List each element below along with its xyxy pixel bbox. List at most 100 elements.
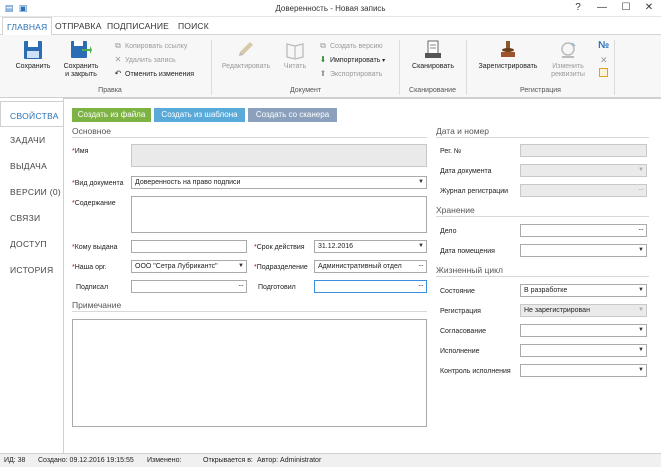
reg-no-label: Рег. №: [440, 148, 462, 155]
register-button[interactable]: Зарегистрировать: [474, 40, 542, 71]
chevron-down-icon: ▼: [638, 307, 644, 313]
section-divider: [436, 216, 649, 217]
chevron-down-icon: ▼: [638, 347, 644, 353]
department-label: *Подразделение: [254, 264, 308, 271]
import-button[interactable]: ⬇ Импортировать ▾: [318, 55, 385, 65]
change-requisites-button[interactable]: Изменить реквизиты: [547, 40, 589, 79]
tab-signing[interactable]: ПОДПИСАНИЕ: [107, 21, 169, 31]
help-button[interactable]: ?: [566, 0, 590, 16]
minimize-button[interactable]: —: [590, 0, 614, 16]
case-label: Дело: [440, 228, 457, 235]
tab-search[interactable]: ПОИСК: [178, 21, 209, 31]
nav-links[interactable]: СВЯЗИ: [10, 213, 40, 223]
doc-date-field[interactable]: ▼: [520, 164, 647, 177]
signed-label: Подписал: [76, 284, 109, 291]
our-org-select[interactable]: ООО "Сетра Лубрикантс" ▼: [131, 260, 247, 273]
nav-properties[interactable]: СВОЙСТВА: [0, 101, 64, 127]
delete-record-button[interactable]: ✕ Удалить запись: [113, 55, 176, 65]
nav-history[interactable]: ИСТОРИЯ: [10, 265, 53, 275]
side-navigation: СВОЙСТВА ЗАДАЧИ ВЫДАЧА ВЕРСИИ (0) СВЯЗИ …: [0, 98, 64, 453]
export-icon: ⬆: [319, 69, 327, 78]
state-select[interactable]: В разработке ▼: [520, 284, 647, 297]
ellipsis-icon: ···: [238, 281, 244, 290]
note-section-title: Примечание: [72, 300, 122, 310]
import-icon: ⬇: [319, 55, 327, 64]
numero-button[interactable]: №: [598, 40, 609, 51]
pencil-icon: [239, 42, 253, 56]
edit-button[interactable]: Редактировать: [218, 40, 274, 71]
signed-field[interactable]: ···: [131, 280, 247, 293]
status-changed: Изменено:: [147, 457, 182, 464]
scanner-icon: [425, 40, 441, 58]
create-from-file-button[interactable]: Создать из файла: [72, 108, 151, 122]
change-requisites-icon: [561, 42, 576, 58]
reg-no-field[interactable]: [520, 144, 647, 157]
clear-number-icon[interactable]: ✕: [600, 55, 608, 66]
execution-select[interactable]: ▼: [520, 344, 647, 357]
chevron-down-icon: ▼: [418, 179, 424, 185]
ribbon: Сохранить Сохранить и закрыть ⧉ Копироват…: [0, 35, 661, 98]
close-button[interactable]: ✕: [637, 0, 661, 16]
note-textarea[interactable]: [72, 319, 427, 427]
status-author: Автор: Administrator: [257, 457, 322, 464]
read-button[interactable]: Читать: [280, 40, 310, 71]
group-document-label: Документ: [289, 87, 322, 94]
section-divider: [72, 311, 427, 312]
scan-button[interactable]: Сканировать: [405, 40, 461, 71]
version-icon: ⧉: [320, 41, 326, 50]
status-id: ИД: 38: [4, 457, 26, 464]
book-icon: [286, 43, 304, 60]
nav-issuance[interactable]: ВЫДАЧА: [10, 161, 47, 171]
maximize-button[interactable]: ☐: [614, 0, 638, 16]
chevron-down-icon: ▼: [238, 263, 244, 269]
ellipsis-icon: ···: [638, 225, 644, 234]
issued-to-label: *Кому выдана: [72, 244, 118, 251]
nav-tasks[interactable]: ЗАДАЧИ: [10, 135, 45, 145]
name-label: *Имя: [72, 148, 89, 155]
doc-date-label: Дата документа: [440, 168, 492, 175]
tab-home[interactable]: ГЛАВНАЯ: [2, 17, 53, 36]
save-button[interactable]: Сохранить: [13, 40, 53, 71]
group-separator: [211, 40, 212, 95]
undo-icon: ↶: [114, 69, 122, 78]
create-version-button[interactable]: ⧉ Создать версию: [318, 41, 383, 51]
control-label: Контроль исполнения: [440, 368, 511, 375]
chevron-down-icon: ▼: [418, 243, 424, 249]
journal-icon[interactable]: [599, 68, 608, 77]
export-button[interactable]: ⬆ Экспортировать: [318, 69, 383, 79]
placement-date-field[interactable]: ▼: [520, 244, 647, 257]
tab-send[interactable]: ОТПРАВКА: [55, 21, 102, 31]
group-separator: [614, 40, 615, 95]
department-field[interactable]: Административный отдел ···: [314, 260, 427, 273]
doctype-select[interactable]: Доверенность на право подписи ▼: [131, 176, 427, 189]
state-label: Состояние: [440, 288, 475, 295]
create-from-template-button[interactable]: Создать из шаблона: [154, 108, 245, 122]
copy-link-button[interactable]: ⧉ Копировать ссылку: [113, 41, 187, 51]
create-from-scanner-button[interactable]: Создать со сканера: [248, 108, 337, 122]
group-scan-label: Сканирование: [409, 87, 456, 94]
issued-to-field[interactable]: [131, 240, 247, 253]
window-title: Доверенность - Новая запись: [275, 4, 386, 13]
registration-select[interactable]: Не зарегистрирован ▼: [520, 304, 647, 317]
ellipsis-icon: ···: [638, 185, 644, 194]
term-date-field[interactable]: 31.12.2016 ▼: [314, 240, 427, 253]
nav-access[interactable]: ДОСТУП: [10, 239, 47, 249]
prepared-field[interactable]: ···: [314, 280, 427, 293]
approval-select[interactable]: ▼: [520, 324, 647, 337]
doctype-label: *Вид документа: [72, 180, 124, 187]
content-textarea[interactable]: [131, 196, 427, 233]
journal-field[interactable]: ···: [520, 184, 647, 197]
cancel-changes-button[interactable]: ↶ Отменить изменения: [113, 69, 194, 79]
control-select[interactable]: ▼: [520, 364, 647, 377]
save-close-button[interactable]: Сохранить и закрыть: [59, 40, 103, 79]
ribbon-tabs: ГЛАВНАЯ ОТПРАВКА ПОДПИСАНИЕ ПОИСК: [0, 17, 661, 36]
save-close-icon: [71, 41, 92, 58]
status-opened-in: Открывается в:: [203, 457, 253, 464]
approval-label: Согласование: [440, 328, 486, 335]
case-field[interactable]: ···: [520, 224, 647, 237]
ellipsis-icon: ···: [418, 261, 424, 270]
name-field[interactable]: [131, 144, 427, 167]
stamp-icon: [501, 41, 515, 57]
our-org-label: *Наша орг.: [72, 264, 107, 271]
nav-versions[interactable]: ВЕРСИИ (0): [10, 187, 61, 197]
